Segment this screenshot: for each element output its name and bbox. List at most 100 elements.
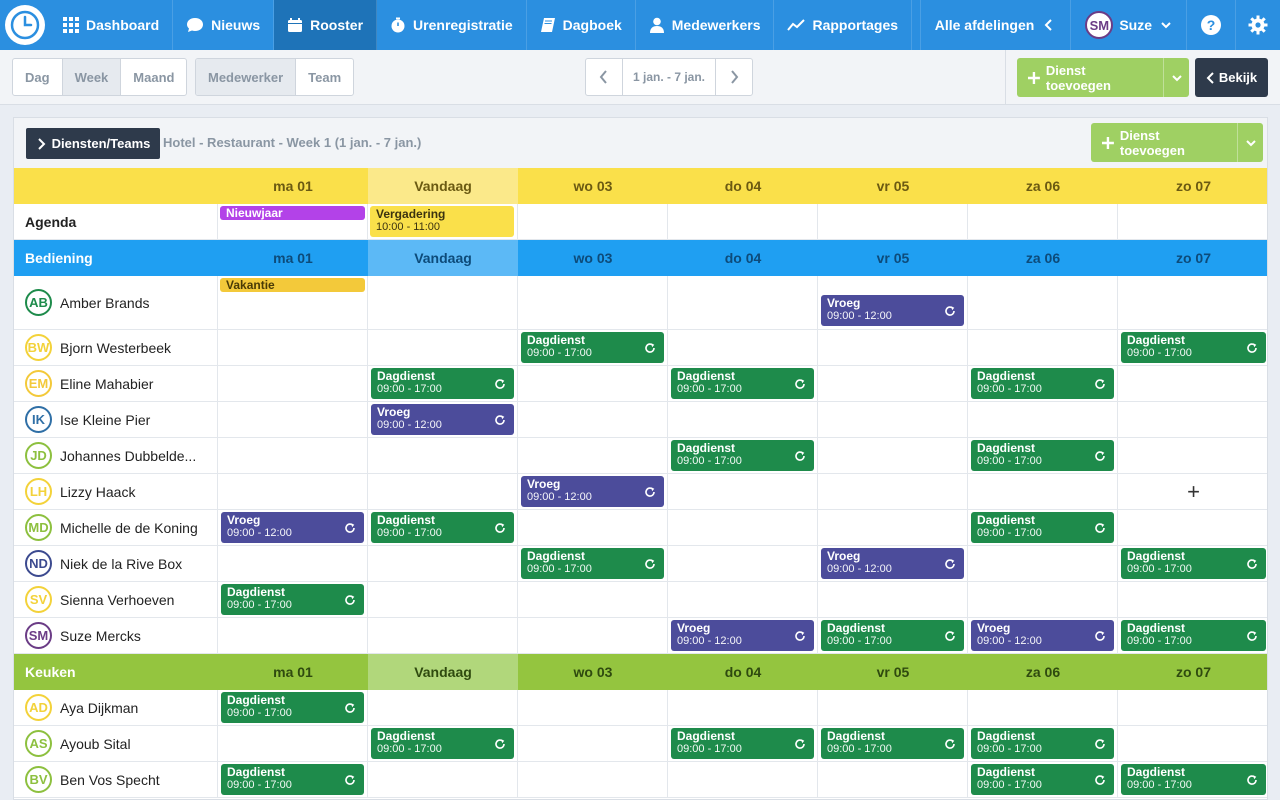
schedule-cell[interactable]	[368, 762, 518, 797]
schedule-cell[interactable]	[668, 762, 818, 797]
nav-dagboek[interactable]: Dagboek	[527, 0, 636, 50]
schedule-cell[interactable]	[1118, 582, 1267, 617]
employee-name-cell[interactable]: IK Ise Kleine Pier	[14, 402, 218, 437]
schedule-cell[interactable]	[518, 510, 668, 545]
schedule-cell[interactable]	[518, 438, 668, 473]
schedule-cell[interactable]	[218, 438, 368, 473]
schedule-cell[interactable]: Dagdienst 09:00 - 17:00	[1118, 618, 1267, 653]
panel-add-shift-button[interactable]: Dienst toevoegen	[1091, 123, 1263, 162]
dagdienst-shift[interactable]: Dagdienst 09:00 - 17:00	[521, 548, 664, 579]
schedule-cell[interactable]: Dagdienst 09:00 - 17:00	[1118, 762, 1267, 797]
nav-nieuws[interactable]: Nieuws	[173, 0, 275, 50]
schedule-cell[interactable]: Vakantie	[218, 276, 368, 329]
schedule-cell[interactable]: Dagdienst 09:00 - 17:00	[218, 762, 368, 797]
dagdienst-shift[interactable]: Dagdienst 09:00 - 17:00	[371, 728, 514, 759]
vroeg-shift[interactable]: Vroeg 09:00 - 12:00	[821, 548, 964, 579]
schedule-cell[interactable]	[1118, 438, 1267, 473]
schedule-cell[interactable]: Dagdienst 09:00 - 17:00	[818, 726, 968, 761]
schedule-cell[interactable]	[368, 474, 518, 509]
schedule-cell[interactable]	[818, 438, 968, 473]
view-day-button[interactable]: Dag	[13, 59, 63, 95]
holiday-tag[interactable]: Nieuwjaar	[220, 206, 365, 220]
schedule-cell[interactable]	[218, 546, 368, 581]
employee-name-cell[interactable]: LH Lizzy Haack	[14, 474, 218, 509]
employee-name-cell[interactable]: BV Ben Vos Specht	[14, 762, 218, 797]
schedule-cell[interactable]	[1118, 690, 1267, 725]
vroeg-shift[interactable]: Vroeg 09:00 - 12:00	[371, 404, 514, 435]
dagdienst-shift[interactable]: Dagdienst 09:00 - 17:00	[221, 764, 364, 795]
schedule-cell[interactable]: Dagdienst 09:00 - 17:00	[218, 582, 368, 617]
dagdienst-shift[interactable]: Dagdienst 09:00 - 17:00	[971, 764, 1114, 795]
schedule-cell[interactable]: Dagdienst 09:00 - 17:00	[368, 510, 518, 545]
dagdienst-shift[interactable]: Dagdienst 09:00 - 17:00	[971, 728, 1114, 759]
schedule-cell[interactable]	[218, 618, 368, 653]
dagdienst-shift[interactable]: Dagdienst 09:00 - 17:00	[371, 512, 514, 543]
schedule-cell[interactable]	[518, 366, 668, 401]
schedule-cell[interactable]	[668, 582, 818, 617]
schedule-cell[interactable]: Dagdienst 09:00 - 17:00	[968, 438, 1118, 473]
dagdienst-shift[interactable]: Dagdienst 09:00 - 17:00	[821, 620, 964, 651]
schedule-cell[interactable]: Dagdienst 09:00 - 17:00	[968, 510, 1118, 545]
schedule-cell[interactable]	[968, 690, 1118, 725]
add-shift-plus-icon[interactable]: +	[1118, 474, 1267, 509]
schedule-cell[interactable]	[668, 546, 818, 581]
dagdienst-shift[interactable]: Dagdienst 09:00 - 17:00	[671, 728, 814, 759]
employee-name-cell[interactable]: ND Niek de la Rive Box	[14, 546, 218, 581]
schedule-cell[interactable]: Dagdienst 09:00 - 17:00	[968, 762, 1118, 797]
schedule-cell[interactable]	[668, 690, 818, 725]
schedule-cell[interactable]: Dagdienst 09:00 - 17:00	[368, 726, 518, 761]
nav-rooster[interactable]: Rooster	[274, 0, 378, 50]
schedule-cell[interactable]	[368, 330, 518, 365]
schedule-cell[interactable]: Vroeg 09:00 - 12:00	[818, 276, 968, 329]
vroeg-shift[interactable]: Vroeg 09:00 - 12:00	[671, 620, 814, 651]
schedule-cell[interactable]	[518, 726, 668, 761]
schedule-cell[interactable]	[818, 762, 968, 797]
schedule-cell[interactable]: Vroeg 09:00 - 12:00	[518, 474, 668, 509]
schedule-cell[interactable]: Vroeg 09:00 - 12:00	[368, 402, 518, 437]
vroeg-shift[interactable]: Vroeg 09:00 - 12:00	[821, 295, 964, 326]
schedule-cell[interactable]	[1118, 726, 1267, 761]
schedule-cell[interactable]	[818, 510, 968, 545]
schedule-cell[interactable]	[368, 618, 518, 653]
view-button[interactable]: Bekijk	[1195, 58, 1268, 97]
employee-name-cell[interactable]: AS Ayoub Sital	[14, 726, 218, 761]
schedule-cell[interactable]: Dagdienst 09:00 - 17:00	[968, 726, 1118, 761]
schedule-cell[interactable]: Dagdienst 09:00 - 17:00	[518, 330, 668, 365]
group-employee-button[interactable]: Medewerker	[196, 59, 297, 95]
schedule-cell[interactable]: Dagdienst 09:00 - 17:00	[968, 366, 1118, 401]
schedule-cell[interactable]	[968, 276, 1118, 329]
employee-name-cell[interactable]: EM Eline Mahabier	[14, 366, 218, 401]
schedule-cell[interactable]	[518, 402, 668, 437]
schedule-cell[interactable]: +	[1118, 474, 1267, 509]
schedule-cell[interactable]	[968, 474, 1118, 509]
user-menu[interactable]: SM Suze	[1070, 0, 1186, 50]
schedule-cell[interactable]	[818, 402, 968, 437]
schedule-cell[interactable]	[968, 402, 1118, 437]
department-selector[interactable]: Alle afdelingen	[919, 0, 1071, 50]
schedule-cell[interactable]: Vroeg 09:00 - 12:00	[218, 510, 368, 545]
settings-button[interactable]	[1235, 0, 1280, 50]
nav-medewerkers[interactable]: Medewerkers	[636, 0, 775, 50]
schedule-cell[interactable]	[968, 330, 1118, 365]
nav-dashboard[interactable]: Dashboard	[50, 0, 174, 50]
meeting-event[interactable]: Vergadering 10:00 - 11:00	[370, 206, 514, 237]
app-logo[interactable]	[0, 0, 50, 50]
schedule-cell[interactable]	[518, 276, 668, 329]
schedule-cell[interactable]: Vroeg 09:00 - 12:00	[668, 618, 818, 653]
schedule-cell[interactable]	[818, 690, 968, 725]
dagdienst-shift[interactable]: Dagdienst 09:00 - 17:00	[671, 368, 814, 399]
schedule-cell[interactable]	[218, 474, 368, 509]
help-button[interactable]: ?	[1186, 0, 1235, 50]
schedule-cell[interactable]	[218, 402, 368, 437]
schedule-cell[interactable]	[818, 330, 968, 365]
employee-name-cell[interactable]: AD Aya Dijkman	[14, 690, 218, 725]
vroeg-shift[interactable]: Vroeg 09:00 - 12:00	[521, 476, 664, 507]
dagdienst-shift[interactable]: Dagdienst 09:00 - 17:00	[971, 440, 1114, 471]
schedule-cell[interactable]	[218, 726, 368, 761]
schedule-cell[interactable]: Vroeg 09:00 - 12:00	[968, 618, 1118, 653]
add-shift-dropdown[interactable]	[1163, 58, 1189, 97]
schedule-cell[interactable]	[1118, 276, 1267, 329]
schedule-cell[interactable]	[368, 582, 518, 617]
view-month-button[interactable]: Maand	[121, 59, 186, 95]
employee-name-cell[interactable]: SM Suze Mercks	[14, 618, 218, 653]
